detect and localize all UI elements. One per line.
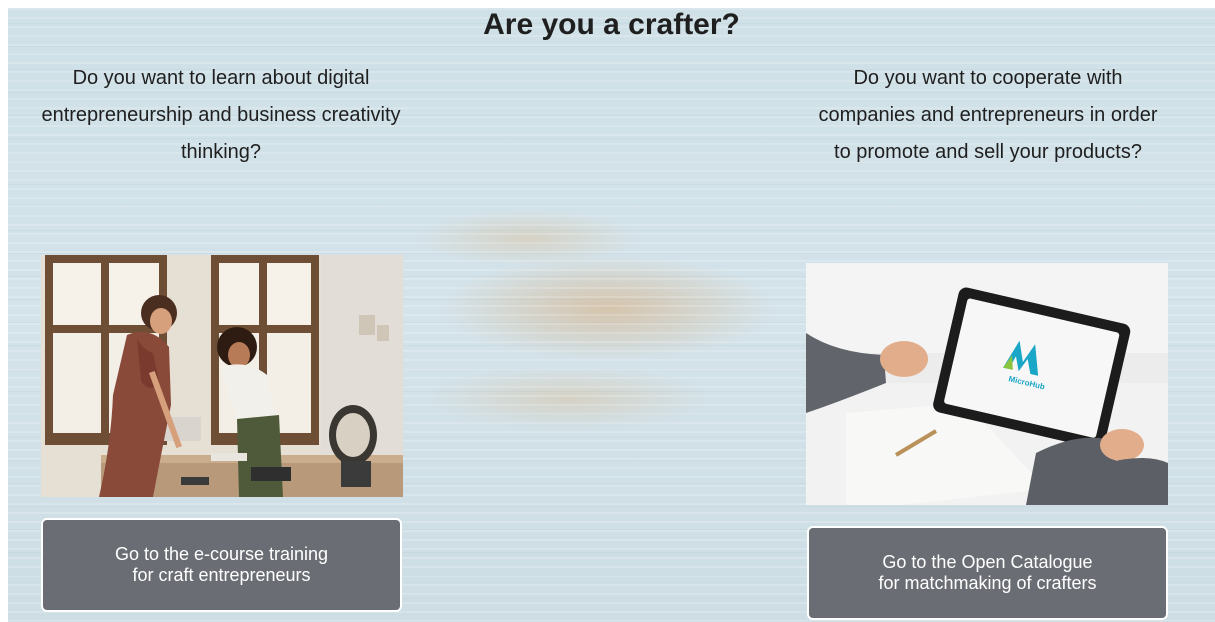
crafting-workshop-photo [41,255,403,497]
learning-question: Do you want to learn about digital entre… [41,67,401,163]
crafter-section: Are you a crafter? Do you want to learn … [8,8,1215,622]
cooperation-question: Do you want to cooperate with companies … [818,67,1158,163]
ecourse-button-line2: for craft entrepreneurs [132,565,311,585]
open-catalogue-button[interactable]: Go to the Open Catalogue for matchmaking… [807,526,1168,620]
catalogue-button-line1: Go to the Open Catalogue [882,552,1093,572]
catalogue-button-line2: for matchmaking of crafters [878,573,1097,593]
section-title: Are you a crafter? [483,8,740,41]
tablet-illustration: MicroHub [806,263,1168,505]
crafting-illustration [41,255,403,497]
ecourse-training-button[interactable]: Go to the e-course training for craft en… [41,518,402,612]
ecourse-button-line1: Go to the e-course training [114,544,329,564]
tablet-logo-photo: MicroHub [806,263,1168,505]
